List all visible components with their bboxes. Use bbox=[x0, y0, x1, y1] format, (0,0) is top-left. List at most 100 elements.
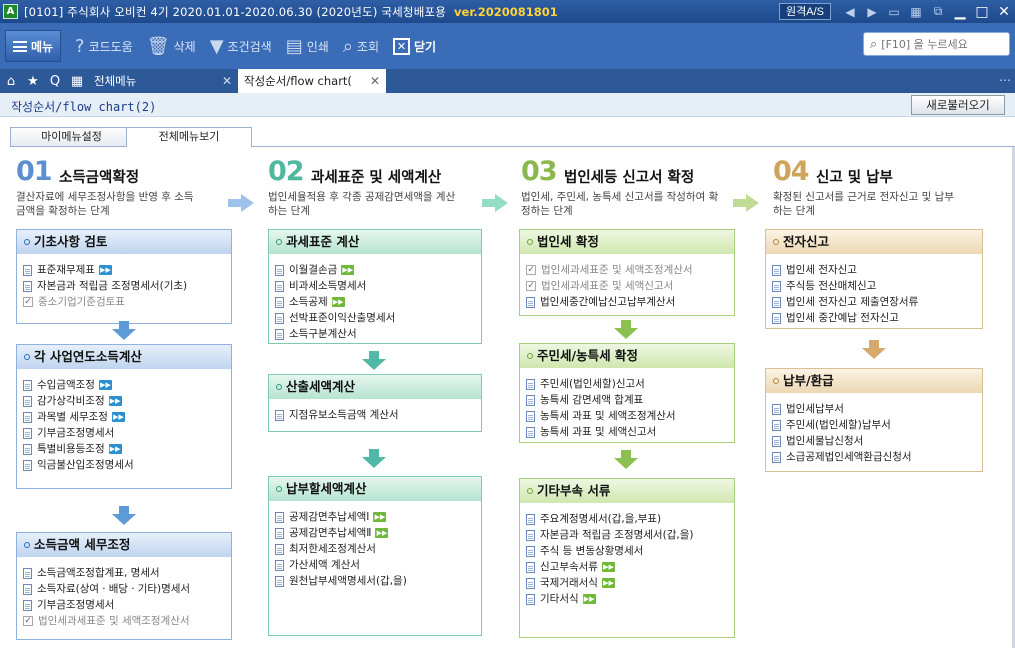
menu-item-corp-e-filing[interactable]: 법인세 전자신고 bbox=[772, 262, 982, 278]
menu-item-extension-docs[interactable]: 법인세 전자신고 제출연장서류 bbox=[772, 294, 982, 310]
go-icon[interactable]: ▶▶ bbox=[108, 396, 122, 406]
menu-item-income-deduction[interactable]: 소득공제 ▶▶ bbox=[275, 294, 481, 310]
menu-item-attachments[interactable]: 신고부속서류 ▶▶ bbox=[526, 559, 734, 575]
maximize-icon[interactable]: □ bbox=[971, 0, 993, 23]
delete-button[interactable]: 🗑 삭제 bbox=[147, 30, 196, 62]
go-icon[interactable]: ▶▶ bbox=[98, 265, 112, 275]
menu-item-rural-return[interactable]: 농특세 과표 및 세액신고서 bbox=[526, 424, 734, 440]
menu-item-branch-income[interactable]: 지점유보소득금액 계산서 bbox=[275, 407, 481, 423]
tab-flow-chart[interactable]: 작성순서/flow chart( ✕ bbox=[238, 69, 386, 93]
menu-search-input[interactable] bbox=[881, 37, 992, 51]
item-list: ✓ 법인세과세표준 및 세액조정계산서 ✓ 법인세과세표준 및 세액신고서 법인세중… bbox=[520, 254, 734, 310]
window-switch-icon[interactable]: ⧉ bbox=[927, 0, 949, 23]
menu-item-penalty-tax[interactable]: 가산세액 계산서 bbox=[275, 557, 481, 573]
menu-item-standard-fs[interactable]: 표준재무제표 ▶▶ bbox=[23, 262, 231, 278]
minimize-icon[interactable]: ▁ bbox=[949, 0, 971, 23]
menu-item-special-expense[interactable]: 특별비용등조정 ▶▶ bbox=[23, 441, 231, 457]
inquiry-button[interactable]: ⌕ 조회 bbox=[343, 30, 379, 62]
go-icon[interactable]: ▶▶ bbox=[331, 297, 345, 307]
menu-item-account-adj[interactable]: 과목별 세무조정 ▶▶ bbox=[23, 409, 231, 425]
home-icon[interactable]: ⌂ bbox=[0, 69, 22, 93]
menu-item-min-tax[interactable]: 최저한세조정계산서 bbox=[275, 541, 481, 557]
item-list: 지점유보소득금액 계산서 bbox=[269, 399, 481, 423]
condition-search-button[interactable]: ▼ 조건검색 bbox=[210, 30, 272, 62]
menu-item-resident-return[interactable]: 주민세(법인세할)신고서 bbox=[526, 376, 734, 392]
menu-item-tax-return[interactable]: ✓ 법인세과세표준 및 세액신고서 bbox=[526, 278, 734, 294]
document-icon bbox=[275, 328, 284, 340]
menu-item-other-forms[interactable]: 기타서식 ▶▶ bbox=[526, 591, 734, 607]
item-label: 기타서식 bbox=[540, 593, 579, 605]
section-calc-tax: 산출세액계산 지점유보소득금액 계산서 bbox=[268, 374, 482, 432]
menu-item-payment-slip[interactable]: 법인세납부서 bbox=[772, 401, 982, 417]
menu-item-intl-forms[interactable]: 국제거래서식 ▶▶ bbox=[526, 575, 734, 591]
menu-item-interim-e-filing[interactable]: 법인세 중간예납 전자신고 bbox=[772, 310, 982, 326]
grid-icon[interactable]: ▦ bbox=[66, 69, 88, 93]
item-label: 농특세 과표 및 세액신고서 bbox=[540, 426, 657, 438]
tab-all-menu-view[interactable]: 전체메뉴보기 bbox=[126, 127, 252, 147]
go-icon[interactable]: ▶▶ bbox=[582, 594, 596, 604]
menu-item-nontaxable[interactable]: 비과세소득명세서 bbox=[275, 278, 481, 294]
go-icon[interactable]: ▶▶ bbox=[601, 562, 615, 572]
print-button[interactable]: ▤ 인쇄 bbox=[286, 30, 329, 62]
section-header: 기초사항 검토 bbox=[17, 230, 231, 254]
menu-item-credit-1[interactable]: 공제감면추납세액Ⅰ ▶▶ bbox=[275, 509, 481, 525]
go-icon[interactable]: ▶▶ bbox=[341, 265, 355, 275]
menu-button[interactable]: 메뉴 bbox=[5, 30, 61, 62]
menu-item-ship-income[interactable]: 선박표준이익산출명세서 bbox=[275, 310, 481, 326]
menu-item-income-data[interactable]: 소득자료(상여ㆍ배당ㆍ기타)명세서 bbox=[23, 581, 231, 597]
menu-item-credit-2[interactable]: 공제감면추납세액Ⅱ ▶▶ bbox=[275, 525, 481, 541]
section-title: 납부/환급 bbox=[783, 373, 834, 388]
menu-item-in-kind[interactable]: 법인세물납신청서 bbox=[772, 433, 982, 449]
menu-item-adj-summary[interactable]: 소득금액조정합계표, 명세서 bbox=[23, 565, 231, 581]
star-icon[interactable]: ★ bbox=[22, 69, 44, 93]
menu-item-tax-adj-calc[interactable]: ✓ 법인세과세표준 및 세액조정계산서 bbox=[23, 613, 231, 629]
page-title: 작성순서/flow chart(2) bbox=[11, 100, 157, 114]
menu-item-capital-surplus[interactable]: 자본금과 적립금 조정명세서(기초) bbox=[23, 278, 231, 294]
search-tab-icon[interactable]: Q bbox=[44, 69, 66, 93]
app-window: A [0101] 주식회사 오비컨 4기 2020.01.01-2020.06.… bbox=[0, 0, 1015, 648]
grid-view-icon[interactable]: ▦ bbox=[905, 0, 927, 23]
menu-item-tax-adj-calc-3[interactable]: ✓ 법인세과세표준 및 세액조정계산서 bbox=[526, 262, 734, 278]
document-icon bbox=[23, 280, 32, 292]
go-icon[interactable]: ▶▶ bbox=[601, 578, 615, 588]
menu-item-rural-adj[interactable]: 농특세 과표 및 세액조정계산서 bbox=[526, 408, 734, 424]
menu-item-stock-changes[interactable]: 주식 등 변동상황명세서 bbox=[526, 543, 734, 559]
menu-item-rural-summary[interactable]: 농특세 감면세액 합계표 bbox=[526, 392, 734, 408]
go-icon[interactable]: ▶▶ bbox=[108, 444, 122, 454]
go-icon[interactable]: ▶▶ bbox=[373, 512, 387, 522]
close-window-icon[interactable]: ✕ bbox=[993, 0, 1015, 23]
menu-item-carryback-refund[interactable]: 소급공제법인세액환급신청서 bbox=[772, 449, 982, 465]
remote-support-button[interactable]: 원격A/S bbox=[779, 3, 831, 20]
document-icon bbox=[526, 394, 535, 406]
tab-close-icon[interactable]: ✕ bbox=[214, 74, 232, 88]
menu-item-income-class[interactable]: 소득구분계산서 bbox=[275, 326, 481, 342]
menu-item-depreciation[interactable]: 감가상각비조정 ▶▶ bbox=[23, 393, 231, 409]
document-icon bbox=[772, 435, 781, 447]
go-icon[interactable]: ▶▶ bbox=[98, 380, 112, 390]
menu-item-interim-calc[interactable]: 법인세중간예납신고납부계산서 bbox=[526, 294, 734, 310]
go-icon[interactable]: ▶▶ bbox=[375, 528, 389, 538]
menu-item-donation[interactable]: 기부금조정명세서 bbox=[23, 425, 231, 441]
tab-all-menu[interactable]: 전체메뉴 ✕ bbox=[88, 69, 238, 93]
menu-item-withholding[interactable]: 원천납부세액명세서(갑,을) bbox=[275, 573, 481, 589]
menu-item-donation-2[interactable]: 기부금조정명세서 bbox=[23, 597, 231, 613]
more-icon[interactable]: ⋯ bbox=[999, 73, 1011, 87]
menu-item-main-accounts[interactable]: 주요계정명세서(갑,을,부표) bbox=[526, 511, 734, 527]
tab-my-menu[interactable]: 마이메뉴설정 bbox=[10, 127, 133, 146]
close-button[interactable]: ✕ 닫기 bbox=[393, 30, 436, 62]
step-description: 결산자료에 세무조정사항을 반영 후 소득금액을 확정하는 단계 bbox=[16, 191, 194, 217]
menu-item-loss-carry[interactable]: 이월결손금 ▶▶ bbox=[275, 262, 481, 278]
refresh-button[interactable]: 새로불러오기 bbox=[911, 95, 1005, 115]
forward-arrow-icon[interactable]: ▶ bbox=[861, 0, 883, 23]
menu-item-stock-media[interactable]: 주식등 전산매체신고 bbox=[772, 278, 982, 294]
menu-item-revenue-adj[interactable]: 수입금액조정 ▶▶ bbox=[23, 377, 231, 393]
menu-item-capital-surplus-2[interactable]: 자본금과 적립금 조정명세서(갑,을) bbox=[526, 527, 734, 543]
back-arrow-icon[interactable]: ◀ bbox=[839, 0, 861, 23]
code-help-button[interactable]: ? 코드도움 bbox=[75, 30, 133, 62]
go-icon[interactable]: ▶▶ bbox=[111, 412, 125, 422]
book-icon[interactable]: ▭ bbox=[883, 0, 905, 23]
menu-item-exclusion[interactable]: 익금불산입조정명세서 bbox=[23, 457, 231, 473]
menu-item-sme-review[interactable]: ✓ 중소기업기준검토표 bbox=[23, 294, 231, 310]
menu-item-resident-payment[interactable]: 주민세(법인세할)납부서 bbox=[772, 417, 982, 433]
tab-close-icon[interactable]: ✕ bbox=[362, 74, 380, 88]
